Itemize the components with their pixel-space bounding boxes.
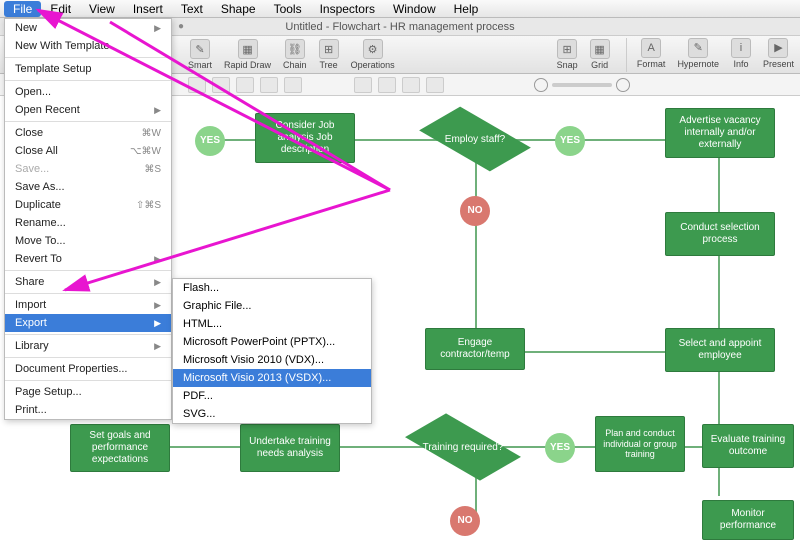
tool-present[interactable]: ▶Present xyxy=(757,36,800,74)
node-advertise[interactable]: Advertise vacancy internally and/or exte… xyxy=(665,108,775,158)
menu-tools[interactable]: Tools xyxy=(265,1,311,17)
snap-icon: ⊞ xyxy=(557,39,577,59)
file-menu-item[interactable]: Save As... xyxy=(5,178,171,196)
node-no-1[interactable]: NO xyxy=(460,196,490,226)
export-submenu-item[interactable]: HTML... xyxy=(173,315,371,333)
tool-tree[interactable]: ⊞Tree xyxy=(313,37,345,72)
tool-operations[interactable]: ⚙Operations xyxy=(345,37,401,72)
file-menu-item[interactable]: Open Recent ▶ xyxy=(5,101,171,119)
menubar: File Edit View Insert Text Shape Tools I… xyxy=(0,0,800,18)
file-menu-item[interactable]: Export ▶ xyxy=(5,314,171,332)
node-training-required[interactable]: Training required? xyxy=(410,418,516,476)
node-yes-3[interactable]: YES xyxy=(545,433,575,463)
present-icon: ▶ xyxy=(768,38,788,58)
file-menu-item[interactable]: Document Properties... xyxy=(5,360,171,378)
tool2-icon[interactable] xyxy=(426,77,444,93)
node-set-goals[interactable]: Set goals and performance expectations xyxy=(70,424,170,472)
node-engage[interactable]: Engage contractor/temp xyxy=(425,328,525,370)
tool-info[interactable]: iInfo xyxy=(725,36,757,74)
node-employ-staff[interactable]: Employ staff? xyxy=(425,110,525,168)
file-menu-item[interactable]: Duplicate⇧⌘S xyxy=(5,196,171,214)
hypernote-icon: ✎ xyxy=(688,38,708,58)
chain-icon: ⛓ xyxy=(285,39,305,59)
export-submenu-item[interactable]: Microsoft PowerPoint (PPTX)... xyxy=(173,333,371,351)
file-menu-item[interactable]: Page Setup... xyxy=(5,383,171,401)
tree-icon: ⊞ xyxy=(319,39,339,59)
format-icon: A xyxy=(641,38,661,58)
tool2-icon[interactable] xyxy=(378,77,396,93)
export-submenu: Flash...Graphic File...HTML...Microsoft … xyxy=(172,278,372,424)
smart-icon: ✎ xyxy=(190,39,210,59)
menu-inspectors[interactable]: Inspectors xyxy=(311,1,384,17)
file-menu-item[interactable]: Open... xyxy=(5,83,171,101)
node-yes-2[interactable]: YES xyxy=(555,126,585,156)
tool2-icon[interactable] xyxy=(402,77,420,93)
tool2-icon[interactable] xyxy=(188,77,206,93)
file-menu-dropdown: New ▶New With Template Template Setup Open… xyxy=(4,18,172,420)
file-menu-item[interactable]: Move To... xyxy=(5,232,171,250)
menu-shape[interactable]: Shape xyxy=(212,1,265,17)
file-menu-item[interactable]: Template Setup xyxy=(5,60,171,78)
tool-chain[interactable]: ⛓Chain xyxy=(277,37,313,72)
export-submenu-item[interactable]: Flash... xyxy=(173,279,371,297)
export-submenu-item[interactable]: Graphic File... xyxy=(173,297,371,315)
tool-snap[interactable]: ⊞Snap xyxy=(551,37,584,72)
file-menu-item[interactable]: Import ▶ xyxy=(5,296,171,314)
rapid-draw-icon: ▦ xyxy=(238,39,258,59)
node-plan-conduct[interactable]: Plan and conduct individual or group tra… xyxy=(595,416,685,472)
zoom-out-icon[interactable] xyxy=(534,78,548,92)
menu-window[interactable]: Window xyxy=(384,1,445,17)
node-undertake[interactable]: Undertake training needs analysis xyxy=(240,424,340,472)
file-menu-item[interactable]: Revert To ▶ xyxy=(5,250,171,268)
tool-hypernote[interactable]: ✎Hypernote xyxy=(671,36,725,74)
file-menu-item[interactable]: Print... xyxy=(5,401,171,419)
tool2-icon[interactable] xyxy=(284,77,302,93)
tool2-icon[interactable] xyxy=(260,77,278,93)
menu-edit[interactable]: Edit xyxy=(41,1,80,17)
file-menu-item[interactable]: New ▶ xyxy=(5,19,171,37)
file-menu-item[interactable]: Share ▶ xyxy=(5,273,171,291)
tool2-icon[interactable] xyxy=(354,77,372,93)
node-no-2[interactable]: NO xyxy=(450,506,480,536)
tool-format[interactable]: AFormat xyxy=(631,36,672,74)
node-monitor[interactable]: Monitor performance xyxy=(702,500,794,540)
node-yes-1[interactable]: YES xyxy=(195,126,225,156)
operations-icon: ⚙ xyxy=(363,39,383,59)
tool2-icon[interactable] xyxy=(236,77,254,93)
zoom-slider[interactable] xyxy=(552,83,612,87)
menu-view[interactable]: View xyxy=(80,1,124,17)
menu-text[interactable]: Text xyxy=(172,1,212,17)
zoom-in-icon[interactable] xyxy=(616,78,630,92)
zoom-control[interactable] xyxy=(534,78,630,92)
export-submenu-item[interactable]: PDF... xyxy=(173,387,371,405)
menu-file[interactable]: File xyxy=(4,1,41,17)
menu-help[interactable]: Help xyxy=(445,1,488,17)
file-menu-item[interactable]: Library ▶ xyxy=(5,337,171,355)
tool-smart[interactable]: ✎Smart xyxy=(182,37,218,72)
grid-icon: ▦ xyxy=(590,39,610,59)
file-menu-item[interactable]: Close All⌥⌘W xyxy=(5,142,171,160)
node-conduct-selection[interactable]: Conduct selection process xyxy=(665,212,775,256)
tool-rapid-draw[interactable]: ▦Rapid Draw xyxy=(218,37,277,72)
file-menu-item[interactable]: Save...⌘S xyxy=(5,160,171,178)
tool-grid[interactable]: ▦Grid xyxy=(584,37,616,72)
node-consider[interactable]: Consider Job analysis Job description xyxy=(255,113,355,163)
node-evaluate[interactable]: Evaluate training outcome xyxy=(702,424,794,468)
tool2-icon[interactable] xyxy=(212,77,230,93)
export-submenu-item[interactable]: SVG... xyxy=(173,405,371,423)
file-menu-item[interactable]: Rename... xyxy=(5,214,171,232)
window-title: Untitled - Flowchart - HR management pro… xyxy=(285,21,514,33)
export-submenu-item[interactable]: Microsoft Visio 2010 (VDX)... xyxy=(173,351,371,369)
file-menu-item[interactable]: New With Template xyxy=(5,37,171,55)
export-submenu-item[interactable]: Microsoft Visio 2013 (VSDX)... xyxy=(173,369,371,387)
file-menu-item[interactable]: Close⌘W xyxy=(5,124,171,142)
info-icon: i xyxy=(731,38,751,58)
node-select-appoint[interactable]: Select and appoint employee xyxy=(665,328,775,372)
close-icon[interactable]: ● xyxy=(178,21,184,32)
menu-insert[interactable]: Insert xyxy=(124,1,172,17)
